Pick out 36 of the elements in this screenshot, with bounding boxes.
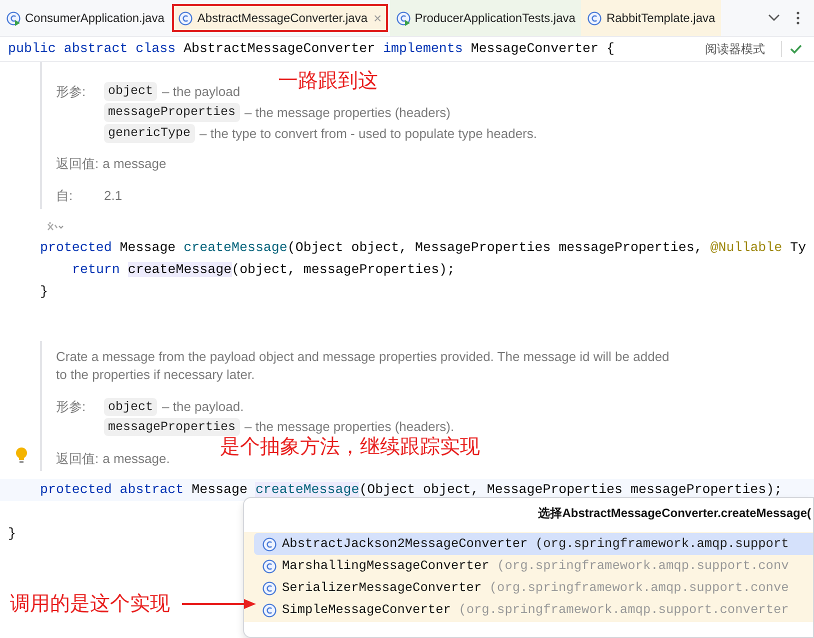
code-line: public abstract class AbstractMessageConverter implements MessageConverter {: [8, 40, 614, 58]
parameter-name: object: [104, 82, 158, 101]
parameter-description: – the payload: [162, 82, 240, 101]
annotation-text: 一路跟到这: [278, 69, 378, 94]
code-line: }: [8, 525, 16, 543]
code-line: protected Message createMessage(Object object, MessageProperties messageProperties, @Nullable Ty: [39, 239, 808, 257]
parameter-description: – the message properties (headers).: [244, 418, 454, 436]
code-line: return createMessage(object, messageProperties);: [71, 261, 456, 279]
implementation-item[interactable]: SimpleMessageConverter (org.springframework.amqp.support.converter: [254, 599, 813, 621]
tab[interactable]: AbstractMessageConverter.java ×: [172, 4, 388, 32]
parameter-description: – the type to convert from - used to populate type headers.: [200, 124, 537, 143]
parameter-description: – the message properties (headers): [244, 104, 450, 122]
tab[interactable]: ProducerApplicationTests.java: [390, 0, 582, 36]
doc-label: 返回值:: [56, 155, 99, 174]
parameter-description: – the payload.: [162, 398, 244, 416]
since-version: 2.1: [104, 187, 122, 206]
return-description: a message: [102, 155, 166, 174]
doc-label: 形参:: [56, 398, 87, 416]
annotation-text: 调用的是这个实现: [10, 592, 170, 617]
implementation-item[interactable]: MarshallingMessageConverter (org.springframework.amqp.support.conv: [254, 555, 813, 577]
parameter-name: messageProperties: [104, 103, 240, 122]
parameter-name: messageProperties: [104, 418, 240, 436]
annotation-text: 是个抽象方法，继续跟踪实现: [220, 435, 480, 460]
parameter-name: genericType: [104, 124, 195, 143]
doc-label: 返回值:: [56, 450, 99, 468]
implementation-item[interactable]: AbstractJackson2MessageConverter (org.springframework.amqp.support: [254, 533, 813, 555]
doc-label: 自:: [56, 187, 74, 206]
popup-title: 选择AbstractMessageConverter.createMessage(: [537, 505, 812, 522]
implementation-item[interactable]: SerializerMessageConverter (org.springframework.amqp.support.conve: [254, 577, 813, 599]
parameter-name: object: [104, 398, 158, 416]
code-line: }: [39, 283, 49, 301]
tab[interactable]: RabbitTemplate.java: [581, 0, 722, 36]
return-description: a message.: [102, 450, 170, 468]
doc-label: 形参:: [56, 82, 87, 101]
reader-mode-link[interactable]: 阅读器模式: [697, 40, 773, 58]
doc-description: Crate a message from the payload object and message properties provided. The message id will be added to the properties if necessary later.: [56, 348, 670, 384]
